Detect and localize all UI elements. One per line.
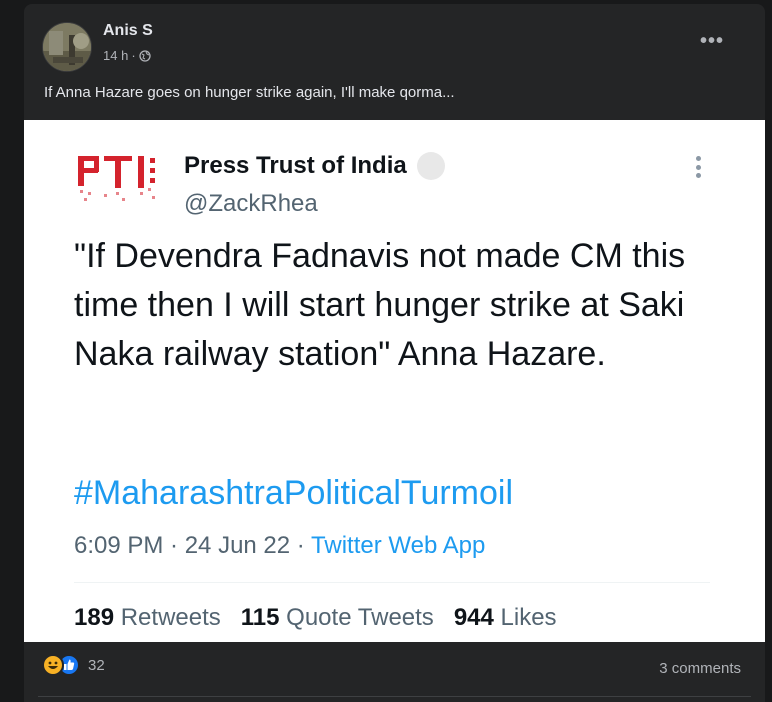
post-meta: 14 h · — [103, 48, 151, 63]
tweet-account-name[interactable]: Press Trust of India — [184, 152, 445, 180]
tweet-hashtag[interactable]: #MaharashtraPoliticalTurmoil — [74, 474, 513, 513]
tweet-name-text: Press Trust of India — [184, 152, 407, 179]
reaction-count: 32 — [88, 656, 105, 674]
quote-tweets-stat[interactable]: 115 Quote Tweets — [241, 604, 434, 632]
likes-stat[interactable]: 944 Likes — [454, 604, 557, 632]
reactions-summary[interactable]: 32 — [42, 654, 105, 676]
tweet-source-link[interactable]: Twitter Web App — [311, 532, 485, 559]
post-time[interactable]: 14 h — [103, 48, 128, 63]
tweet-time-text: 6:09 PM · 24 Jun 22 · — [74, 532, 312, 559]
haha-reaction-icon — [42, 654, 64, 676]
avatar[interactable] — [42, 22, 92, 72]
tweet-more-icon[interactable] — [693, 152, 703, 182]
globe-icon — [139, 49, 151, 62]
verified-badge-icon — [416, 152, 445, 180]
footer-divider — [38, 696, 751, 697]
meta-separator: · — [131, 48, 136, 63]
tweet-handle[interactable]: @ZackRhea — [184, 190, 318, 218]
comments-count-link[interactable]: 3 comments — [659, 660, 741, 677]
tweet-divider — [74, 582, 710, 583]
tweet-body: "If Devendra Fadnavis not made CM this t… — [74, 237, 686, 373]
post-author[interactable]: Anis S — [103, 22, 153, 40]
retweets-stat[interactable]: 189 Retweets — [74, 604, 221, 632]
facebook-post: Anis S 14 h · ••• If Anna Hazare goes on… — [24, 4, 765, 702]
tweet-timestamp: 6:09 PM · 24 Jun 22 · Twitter Web App — [74, 532, 485, 560]
tweet-stats: 189 Retweets 115 Quote Tweets 944 Likes — [74, 604, 557, 632]
avatar-image — [43, 23, 91, 71]
pti-logo-icon — [78, 156, 155, 201]
post-text: If Anna Hazare goes on hunger strike aga… — [44, 84, 455, 101]
more-options-button[interactable]: ••• — [694, 31, 730, 58]
tweet-screenshot: Press Trust of India @ZackRhea "If Deven… — [24, 120, 765, 642]
post-header: Anis S 14 h · ••• — [42, 18, 742, 72]
